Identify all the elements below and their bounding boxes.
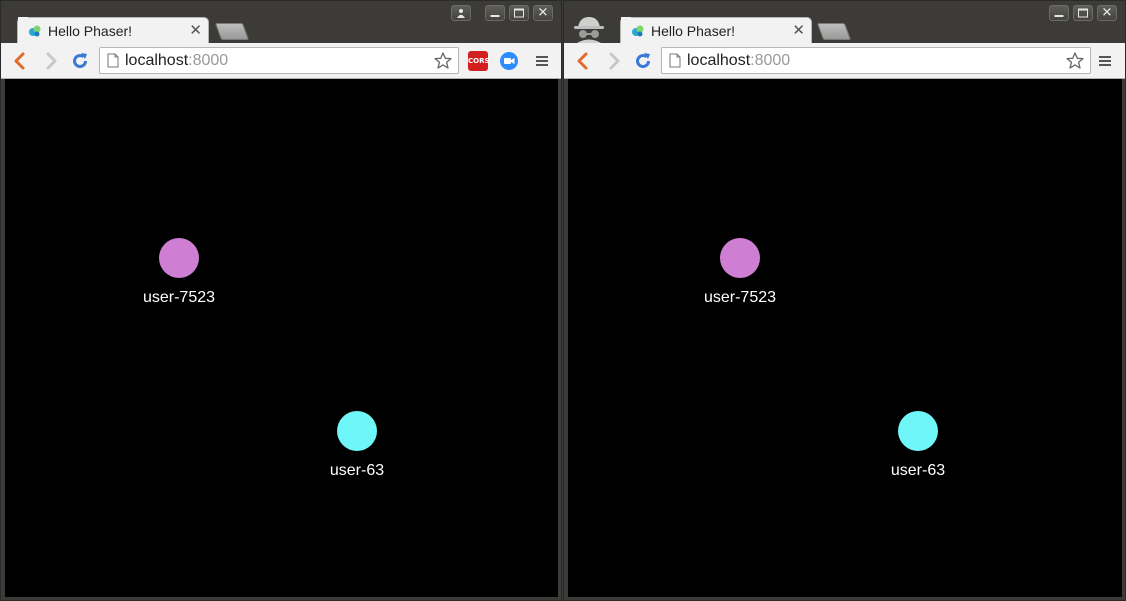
player-label: user-7523 xyxy=(703,289,777,306)
tab-title: Hello Phaser! xyxy=(651,23,736,39)
url-text: localhost:8000 xyxy=(687,52,791,69)
forward-arrow-icon[interactable] xyxy=(41,51,61,71)
tab-hello-phaser[interactable]: Hello Phaser! ✕ xyxy=(620,17,812,44)
bookmark-star-icon[interactable] xyxy=(1065,51,1085,71)
tab-close-icon[interactable]: ✕ xyxy=(189,21,202,39)
player-dot-user-7523 xyxy=(159,238,199,278)
maximize-icon xyxy=(514,8,524,18)
minimize-icon xyxy=(1054,15,1064,17)
forward-arrow-icon[interactable] xyxy=(604,51,624,71)
person-icon xyxy=(457,9,465,18)
game-canvas[interactable]: user-7523 user-63 xyxy=(568,79,1122,597)
maximize-icon xyxy=(1078,8,1088,18)
player-label: user-63 xyxy=(329,462,385,479)
address-bar[interactable]: localhost:8000 xyxy=(661,47,1091,74)
tab-hello-phaser[interactable]: Hello Phaser! ✕ xyxy=(17,17,209,44)
browser-window-right-incognito: Hello Phaser! ✕ ✕ localhost:8000 user-75… xyxy=(563,0,1126,601)
window-controls: ✕ xyxy=(451,5,553,21)
titlebar: Hello Phaser! ✕ ✕ xyxy=(1,1,561,44)
reload-icon[interactable] xyxy=(70,51,90,71)
close-button[interactable]: ✕ xyxy=(1097,5,1117,21)
browser-toolbar: localhost:8000 CORS xyxy=(1,43,561,79)
tab-title: Hello Phaser! xyxy=(48,23,133,39)
menu-icon[interactable] xyxy=(1095,51,1115,71)
new-tab-button[interactable] xyxy=(214,23,250,40)
window-controls: ✕ xyxy=(1049,5,1117,21)
back-arrow-icon[interactable] xyxy=(573,51,593,71)
url-text: localhost:8000 xyxy=(125,52,229,69)
minimize-button[interactable] xyxy=(485,5,505,21)
address-bar[interactable]: localhost:8000 xyxy=(99,47,459,74)
close-icon: ✕ xyxy=(1101,5,1113,21)
close-icon: ✕ xyxy=(537,5,549,21)
player-label: user-7523 xyxy=(142,289,216,306)
page-icon xyxy=(669,53,681,68)
bookmark-star-icon[interactable] xyxy=(433,51,453,71)
player-label: user-63 xyxy=(890,462,946,479)
player-dot-user-63 xyxy=(337,411,377,451)
close-button[interactable]: ✕ xyxy=(533,5,553,21)
profile-button[interactable] xyxy=(451,5,471,21)
player-dot-user-63 xyxy=(898,411,938,451)
game-canvas[interactable]: user-7523 user-63 xyxy=(5,79,558,597)
browser-window-left: Hello Phaser! ✕ ✕ localhost:8000 CORS us… xyxy=(0,0,562,601)
minimize-button[interactable] xyxy=(1049,5,1069,21)
phaser-favicon-icon xyxy=(632,25,644,37)
tab-close-icon[interactable]: ✕ xyxy=(792,21,805,39)
reload-icon[interactable] xyxy=(633,51,653,71)
page-icon xyxy=(107,53,119,68)
cors-extension-icon[interactable]: CORS xyxy=(468,51,490,71)
maximize-button[interactable] xyxy=(1073,5,1093,21)
video-call-extension-icon[interactable] xyxy=(499,51,519,71)
browser-toolbar: localhost:8000 xyxy=(564,43,1125,79)
incognito-icon xyxy=(574,17,604,43)
maximize-button[interactable] xyxy=(509,5,529,21)
titlebar: Hello Phaser! ✕ ✕ xyxy=(564,1,1125,44)
minimize-icon xyxy=(490,15,500,17)
new-tab-button[interactable] xyxy=(816,23,852,40)
phaser-favicon-icon xyxy=(29,25,41,37)
menu-icon[interactable] xyxy=(532,51,552,71)
player-dot-user-7523 xyxy=(720,238,760,278)
back-arrow-icon[interactable] xyxy=(10,51,30,71)
